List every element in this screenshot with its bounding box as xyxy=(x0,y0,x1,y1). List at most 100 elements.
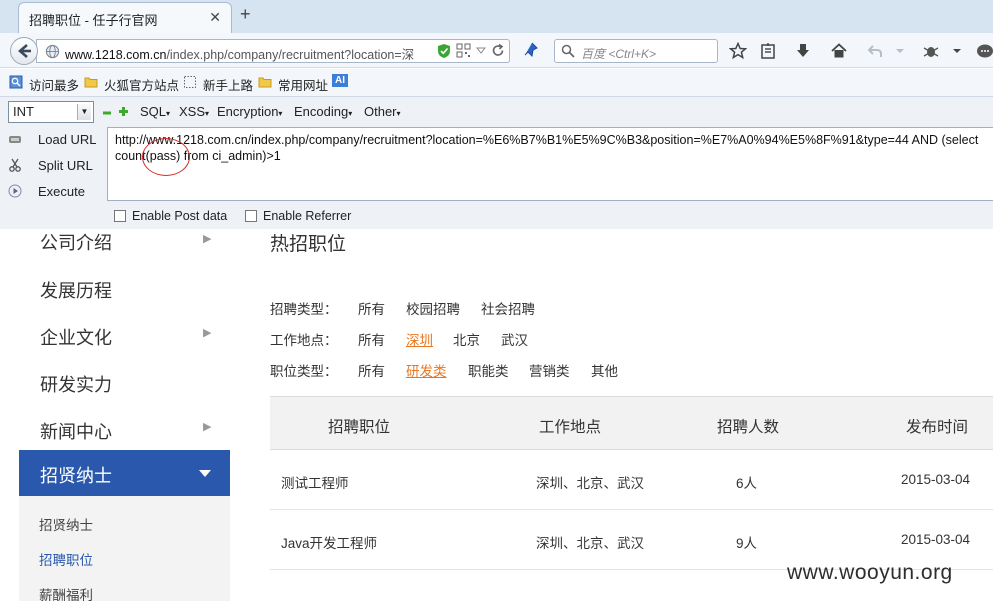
filter-category-marketing[interactable]: 营销类 xyxy=(529,360,570,380)
filter-type-social[interactable]: 社会招聘 xyxy=(481,298,535,318)
menu-sql-caret-icon: ▾ xyxy=(166,109,171,118)
column-header-date: 发布时间 xyxy=(906,419,969,436)
filter-category-all[interactable]: 所有 xyxy=(358,360,385,380)
menu-other[interactable]: Other▾ xyxy=(364,104,401,119)
plus-icon[interactable] xyxy=(118,106,129,117)
chevron-right-icon[interactable]: ▶ xyxy=(203,232,211,245)
filter-location-beijing[interactable]: 北京 xyxy=(453,329,480,349)
execute-button[interactable]: Execute xyxy=(8,184,85,199)
enable-referrer-checkbox[interactable]: Enable Referrer xyxy=(245,209,351,223)
dotted-page-icon xyxy=(184,76,196,88)
menu-encoding[interactable]: Encoding▾ xyxy=(294,104,352,119)
url-textarea-line-2: count(pass) from ci_admin)>1 xyxy=(115,149,281,163)
split-url-label: Split URL xyxy=(38,158,93,173)
submenu-item-recruit[interactable]: 招贤纳士 xyxy=(39,514,93,534)
cell-position[interactable]: Java开发工程师 xyxy=(281,532,377,552)
back-button[interactable] xyxy=(10,37,38,65)
cell-date: 2015-03-04 xyxy=(901,472,971,487)
filter-type-campus[interactable]: 校园招聘 xyxy=(406,298,460,318)
submenu-item-benefits[interactable]: 薪酬福利 xyxy=(39,584,93,601)
bookmark-most-visited[interactable]: 访问最多 xyxy=(29,75,79,94)
address-bar[interactable]: www.1218.com.cn/index.php/company/recrui… xyxy=(36,39,510,63)
qrcode-icon[interactable] xyxy=(456,43,471,58)
url-icons xyxy=(437,43,505,59)
menu-sql[interactable]: SQL▾ xyxy=(140,104,170,119)
caret-down-icon xyxy=(199,470,211,477)
filter-location-shenzhen[interactable]: 深圳 xyxy=(406,329,433,349)
url-textarea-line-1: http://www.1218.com.cn/index.php/company… xyxy=(115,133,979,147)
undo-icon[interactable] xyxy=(866,42,884,60)
chevron-right-icon[interactable]: ▶ xyxy=(203,326,211,339)
star-icon[interactable] xyxy=(729,42,747,60)
new-tab-icon[interactable]: + xyxy=(240,4,251,25)
bookmark-common-sites[interactable]: 常用网址 xyxy=(278,75,328,94)
sidebar-item-recruit-active[interactable]: 招贤纳士 xyxy=(19,450,230,496)
menu-encryption-label: Encryption xyxy=(217,104,279,119)
menu-sql-label: SQL xyxy=(140,104,167,119)
hackbar-bug-icon[interactable] xyxy=(922,42,940,60)
browser-tab[interactable]: 招聘职位 - 任子行官网 ✕ xyxy=(18,2,232,33)
tab-close-icon[interactable]: ✕ xyxy=(209,9,221,26)
cell-position[interactable]: 测试工程师 xyxy=(281,472,349,492)
minus-icon[interactable] xyxy=(102,109,112,117)
web-page: 公司介绍 ▶ 发展历程 企业文化 ▶ 研发实力 新闻中心 ▶ 招贤纳士 招贤纳士… xyxy=(0,229,993,601)
sidebar-item-company-intro[interactable]: 公司介绍 xyxy=(40,229,112,255)
sidebar-item-history[interactable]: 发展历程 xyxy=(40,277,112,303)
table-row[interactable]: 测试工程师 深圳、北京、武汉 6人 2015-03-04 xyxy=(270,450,993,510)
filter-category-other[interactable]: 其他 xyxy=(591,360,618,380)
navigation-toolbar: www.1218.com.cn/index.php/company/recrui… xyxy=(0,33,993,68)
menu-other-label: Other xyxy=(364,104,397,119)
sidebar-item-news[interactable]: 新闻中心 xyxy=(40,418,112,444)
dropdown-arrow-icon[interactable] xyxy=(476,43,486,58)
search-box[interactable]: 百度 <Ctrl+K> xyxy=(554,39,718,63)
url-textarea[interactable]: http://www.1218.com.cn/index.php/company… xyxy=(107,127,993,201)
sidebar-submenu: 招贤纳士 招聘职位 薪酬福利 xyxy=(19,496,230,601)
shield-icon[interactable] xyxy=(437,43,451,59)
menu-xss[interactable]: XSS▾ xyxy=(179,104,209,119)
filter-type-all[interactable]: 所有 xyxy=(358,298,385,318)
enable-post-checkbox[interactable]: Enable Post data xyxy=(114,209,227,223)
filter-location-wuhan[interactable]: 武汉 xyxy=(501,329,528,349)
url-path: /index.php/company/recruitment?location=… xyxy=(166,48,415,62)
enable-post-label: Enable Post data xyxy=(132,209,228,223)
chat-icon[interactable] xyxy=(975,42,993,60)
ai-badge[interactable]: AI xyxy=(332,74,348,87)
cell-date: 2015-03-04 xyxy=(901,532,971,547)
load-url-icon xyxy=(9,136,21,143)
pin-icon[interactable] xyxy=(523,41,541,59)
back-arrow-icon xyxy=(18,44,31,58)
globe-icon xyxy=(45,44,60,59)
home-icon[interactable] xyxy=(830,42,848,60)
menu-xss-caret-icon: ▾ xyxy=(205,109,210,118)
load-url-label: Load URL xyxy=(38,132,97,147)
bookmark-getting-started[interactable]: 新手上路 xyxy=(203,75,253,94)
bookmarks-toolbar: 访问最多 火狐官方站点 新手上路 常用网址 AI xyxy=(0,69,993,96)
reload-icon[interactable] xyxy=(491,43,505,58)
encoding-select-value: INT xyxy=(13,104,34,119)
folder-icon xyxy=(84,77,98,88)
encoding-select[interactable]: INT ▼ xyxy=(8,101,94,123)
most-visited-icon xyxy=(9,75,23,89)
reading-list-icon[interactable] xyxy=(759,42,777,60)
filter-category-functional[interactable]: 职能类 xyxy=(468,360,509,380)
bookmark-firefox-official[interactable]: 火狐官方站点 xyxy=(104,75,179,94)
menu-dropdown-icon[interactable] xyxy=(952,42,962,60)
submenu-item-positions[interactable]: 招聘职位 xyxy=(39,549,93,569)
sidebar-active-label: 招贤纳士 xyxy=(40,466,112,486)
download-icon[interactable] xyxy=(794,42,812,60)
chevron-right-icon[interactable]: ▶ xyxy=(203,420,211,433)
scissors-icon xyxy=(9,158,21,172)
enable-referrer-label: Enable Referrer xyxy=(263,209,352,223)
menu-encryption[interactable]: Encryption▾ xyxy=(217,104,282,119)
history-dropdown-icon[interactable] xyxy=(895,42,905,60)
filter-category-rnd[interactable]: 研发类 xyxy=(406,360,447,380)
split-url-button[interactable]: Split URL xyxy=(8,158,93,173)
sidebar-item-culture[interactable]: 企业文化 xyxy=(40,324,112,350)
cell-headcount: 6人 xyxy=(736,476,758,491)
filter-location-all[interactable]: 所有 xyxy=(358,329,385,349)
menu-encoding-caret-icon: ▾ xyxy=(348,109,353,118)
load-url-button[interactable]: Load URL xyxy=(8,132,97,147)
url-text[interactable]: www.1218.com.cn/index.php/company/recrui… xyxy=(65,44,429,63)
sidebar-item-rnd[interactable]: 研发实力 xyxy=(40,371,112,397)
cell-location: 深圳、北京、武汉 xyxy=(536,536,644,551)
